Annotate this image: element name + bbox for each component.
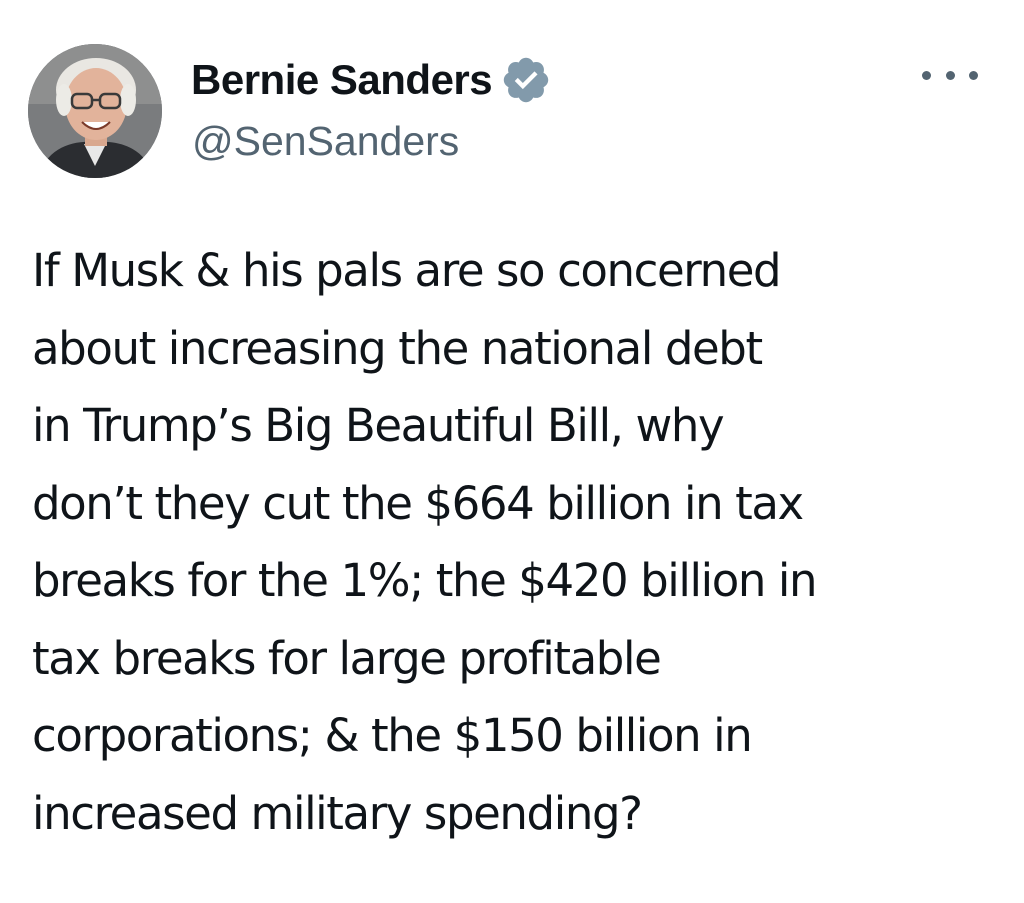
tweet-card: Bernie Sanders @SenSanders If Musk & his… bbox=[0, 0, 1024, 903]
avatar-image bbox=[28, 44, 162, 178]
more-dot bbox=[922, 70, 931, 80]
tweet-text: If Musk & his pals are so concerned abou… bbox=[32, 244, 817, 840]
more-dot bbox=[969, 70, 978, 80]
author-display-name[interactable]: Bernie Sanders bbox=[191, 56, 493, 104]
author-name-row: Bernie Sanders bbox=[191, 50, 552, 110]
avatar[interactable] bbox=[28, 44, 162, 178]
more-dot bbox=[945, 70, 955, 80]
more-options-icon[interactable] bbox=[922, 60, 978, 90]
verified-badge-icon[interactable] bbox=[500, 54, 552, 106]
author-handle[interactable]: @SenSanders bbox=[192, 118, 459, 165]
